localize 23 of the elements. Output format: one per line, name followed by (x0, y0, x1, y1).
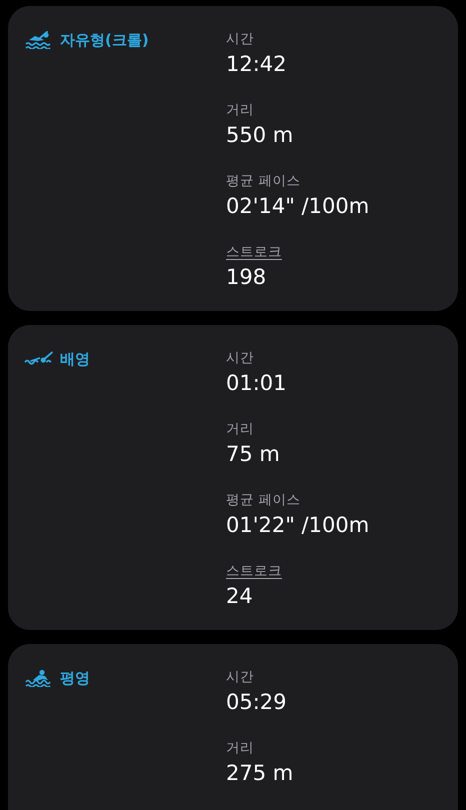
stat-label: 거리 (226, 420, 254, 438)
stat-value: 12:42 (226, 52, 287, 76)
stat-value: 01'22" /100m (226, 513, 370, 537)
stat-value: 275 m (226, 761, 294, 785)
stroke-title: 평영 (60, 668, 90, 688)
stat-label: 평균 페이스 (226, 491, 300, 509)
stat-link[interactable]: 스트로크 (226, 562, 282, 580)
stat-label: 거리 (226, 739, 254, 757)
stat-value: 01:01 (226, 371, 287, 395)
stat-label: 시간 (226, 668, 254, 686)
stat-label: 거리 (226, 101, 254, 119)
stat-value: 198 (226, 265, 266, 289)
stat-value: 24 (226, 584, 253, 608)
stroke-title: 자유형(크롤) (60, 30, 149, 50)
stat-value: 02'14" /100m (226, 194, 370, 218)
stat-label: 시간 (226, 30, 254, 48)
stat-label: 시간 (226, 349, 254, 367)
stat-label: 평균 페이스 (226, 172, 300, 190)
stat-value: 75 m (226, 442, 280, 466)
stat-link[interactable]: 스트로크 (226, 243, 282, 261)
stat-value: 05:29 (226, 690, 287, 714)
stroke-title: 배영 (60, 350, 90, 368)
stat-value: 550 m (226, 123, 294, 147)
